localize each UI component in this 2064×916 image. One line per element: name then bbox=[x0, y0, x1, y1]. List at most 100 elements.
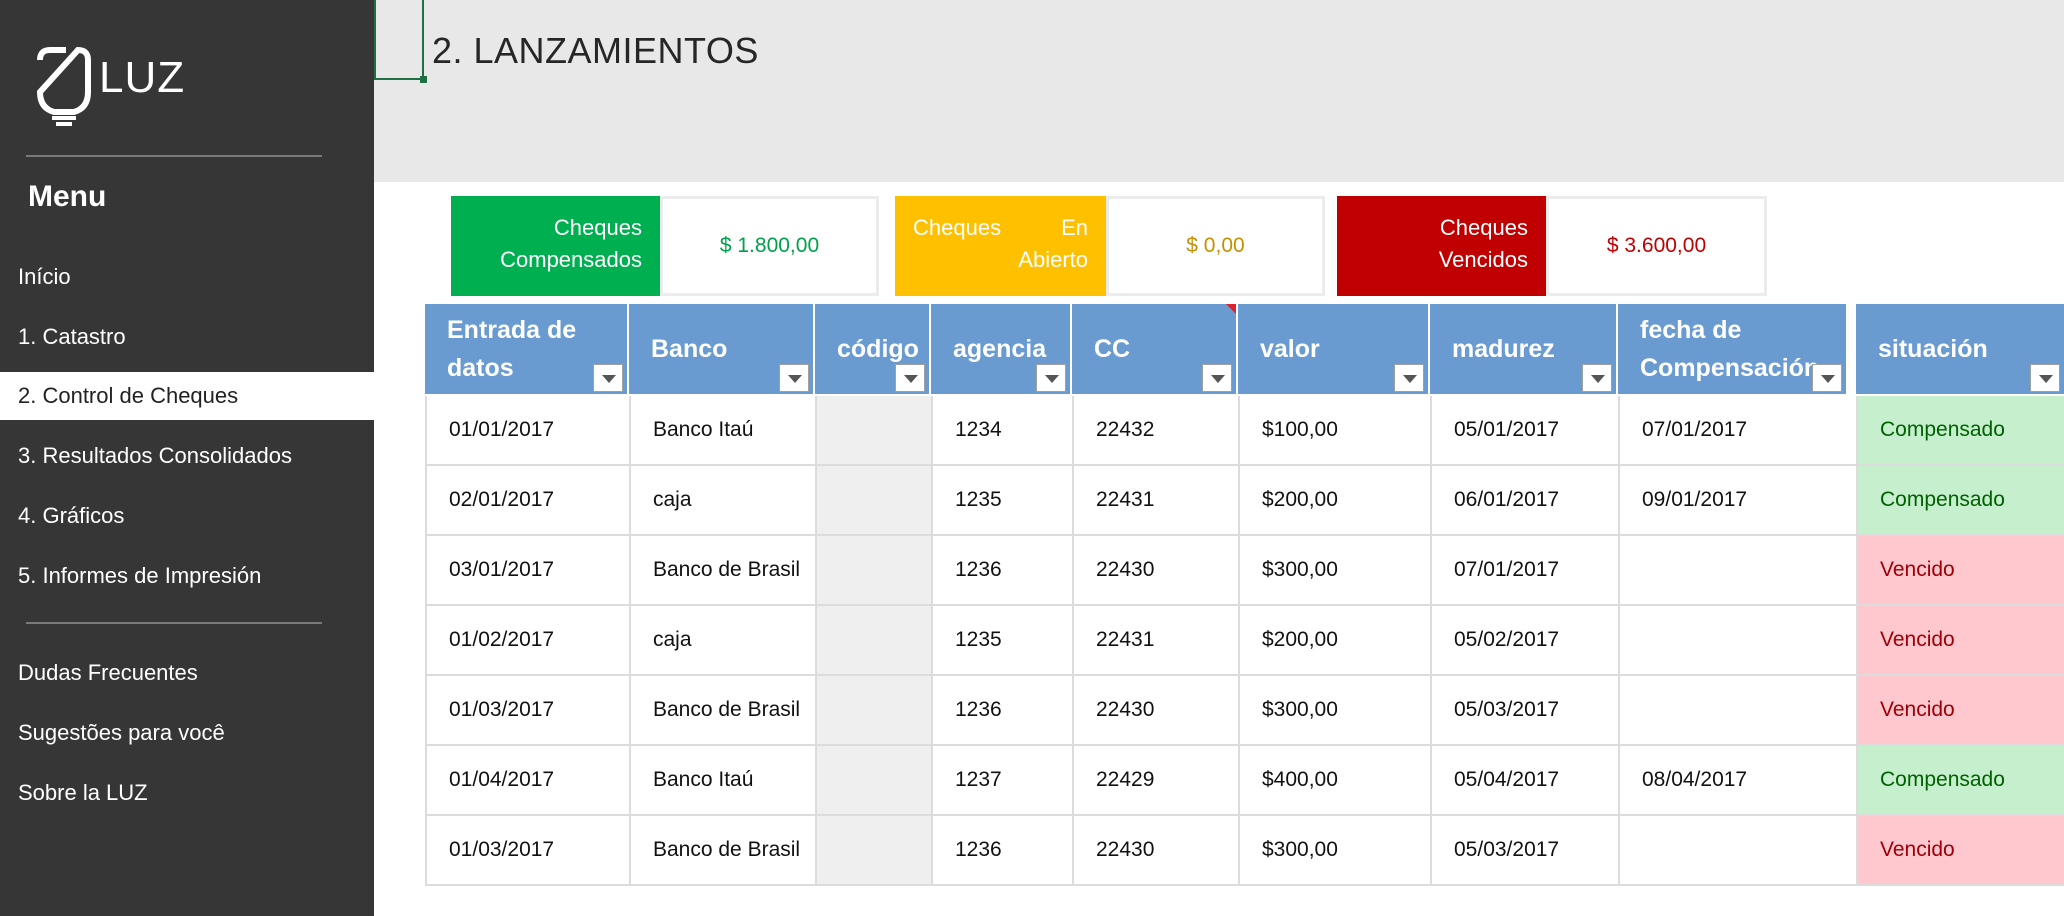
cell-situacion[interactable]: Vencido bbox=[1856, 606, 2064, 674]
table-row[interactable]: 03/01/2017 Banco de Brasil 1236 22430 $300,0… bbox=[425, 536, 2064, 606]
cell-valor[interactable]: $100,00 bbox=[1238, 396, 1430, 464]
cell-valor[interactable]: $300,00 bbox=[1238, 816, 1430, 884]
sidebar-item-catastro[interactable]: 1. Catastro bbox=[0, 313, 374, 361]
cell-valor[interactable]: $400,00 bbox=[1238, 746, 1430, 814]
cell-entrada[interactable]: 03/01/2017 bbox=[425, 536, 629, 604]
cell-agencia[interactable]: 1235 bbox=[931, 606, 1072, 674]
cell-agencia[interactable]: 1235 bbox=[931, 466, 1072, 534]
cell-madurez[interactable]: 05/01/2017 bbox=[1430, 396, 1618, 464]
cell-entrada[interactable]: 01/02/2017 bbox=[425, 606, 629, 674]
cell-codigo[interactable] bbox=[815, 816, 931, 884]
sidebar-item-sobre-la-luz[interactable]: Sobre la LUZ bbox=[0, 769, 374, 817]
cell-situacion[interactable]: Compensado bbox=[1856, 746, 2064, 814]
cell-banco[interactable]: Banco Itaú bbox=[629, 396, 815, 464]
cell-agencia[interactable]: 1236 bbox=[931, 816, 1072, 884]
cell-situacion[interactable]: Compensado bbox=[1856, 466, 2064, 534]
column-header-entrada[interactable]: Entrada de datos bbox=[425, 304, 627, 394]
column-header-codigo[interactable]: código bbox=[815, 304, 929, 394]
cell-compensacion[interactable] bbox=[1618, 536, 1856, 604]
cell-entrada[interactable]: 01/03/2017 bbox=[425, 816, 629, 884]
cell-agencia[interactable]: 1236 bbox=[931, 676, 1072, 744]
filter-dropdown-icon[interactable] bbox=[895, 364, 925, 392]
cell-entrada[interactable]: 01/03/2017 bbox=[425, 676, 629, 744]
cell-valor[interactable]: $200,00 bbox=[1238, 606, 1430, 674]
cell-situacion[interactable]: Vencido bbox=[1856, 676, 2064, 744]
filter-dropdown-icon[interactable] bbox=[1582, 364, 1612, 392]
table-row[interactable]: 01/03/2017 Banco de Brasil 1236 22430 $300,0… bbox=[425, 816, 2064, 886]
cell-compensacion[interactable]: 08/04/2017 bbox=[1618, 746, 1856, 814]
cell-agencia[interactable]: 1236 bbox=[931, 536, 1072, 604]
cell-codigo[interactable] bbox=[815, 746, 931, 814]
table-row[interactable]: 01/01/2017 Banco Itaú 1234 22432 $100,00 05/0… bbox=[425, 396, 2064, 466]
cell-compensacion[interactable] bbox=[1618, 816, 1856, 884]
cell-situacion[interactable]: Vencido bbox=[1856, 816, 2064, 884]
cell-compensacion[interactable]: 07/01/2017 bbox=[1618, 396, 1856, 464]
cell-cc[interactable]: 22431 bbox=[1072, 466, 1238, 534]
sidebar-item-control-de-cheques[interactable]: 2. Control de Cheques bbox=[0, 372, 374, 420]
cell-cc[interactable]: 22430 bbox=[1072, 536, 1238, 604]
cell-compensacion[interactable] bbox=[1618, 606, 1856, 674]
cell-madurez[interactable]: 07/01/2017 bbox=[1430, 536, 1618, 604]
cell-banco[interactable]: Banco de Brasil bbox=[629, 816, 815, 884]
filter-dropdown-icon[interactable] bbox=[2030, 364, 2060, 392]
table-row[interactable]: 01/02/2017 caja 1235 22431 $200,00 05/02/2017… bbox=[425, 606, 2064, 676]
cell-madurez[interactable]: 06/01/2017 bbox=[1430, 466, 1618, 534]
cell-banco[interactable]: caja bbox=[629, 466, 815, 534]
cell-agencia[interactable]: 1234 bbox=[931, 396, 1072, 464]
sidebar-item-dudas-frecuentes[interactable]: Dudas Frecuentes bbox=[0, 649, 374, 697]
cell-cc[interactable]: 22430 bbox=[1072, 816, 1238, 884]
column-header-situacion[interactable]: situación bbox=[1856, 304, 2064, 394]
sidebar-item-resultados-consolidados[interactable]: 3. Resultados Consolidados bbox=[0, 432, 374, 480]
fill-handle[interactable] bbox=[420, 76, 427, 83]
cell-cc[interactable]: 22432 bbox=[1072, 396, 1238, 464]
filter-dropdown-icon[interactable] bbox=[1394, 364, 1424, 392]
cell-banco[interactable]: Banco de Brasil bbox=[629, 536, 815, 604]
cell-agencia[interactable]: 1237 bbox=[931, 746, 1072, 814]
cell-banco[interactable]: Banco Itaú bbox=[629, 746, 815, 814]
table-row[interactable]: 01/04/2017 Banco Itaú 1237 22429 $400,00 05/0… bbox=[425, 746, 2064, 816]
cell-codigo[interactable] bbox=[815, 676, 931, 744]
column-header-cc[interactable]: CC bbox=[1072, 304, 1236, 394]
cell-cc[interactable]: 22429 bbox=[1072, 746, 1238, 814]
cell-banco[interactable]: caja bbox=[629, 606, 815, 674]
cell-valor[interactable]: $200,00 bbox=[1238, 466, 1430, 534]
cell-codigo[interactable] bbox=[815, 396, 931, 464]
cell-compensacion[interactable]: 09/01/2017 bbox=[1618, 466, 1856, 534]
cell-situacion[interactable]: Compensado bbox=[1856, 396, 2064, 464]
column-header-banco[interactable]: Banco bbox=[629, 304, 813, 394]
column-header-valor[interactable]: valor bbox=[1238, 304, 1428, 394]
column-header-fecha-compensacion[interactable]: fecha de Compensación bbox=[1618, 304, 1846, 394]
cell-madurez[interactable]: 05/03/2017 bbox=[1430, 676, 1618, 744]
comment-indicator-icon[interactable] bbox=[1226, 304, 1236, 314]
filter-dropdown-icon[interactable] bbox=[779, 364, 809, 392]
filter-dropdown-icon[interactable] bbox=[1202, 364, 1232, 392]
cell-codigo[interactable] bbox=[815, 606, 931, 674]
cell-entrada[interactable]: 01/01/2017 bbox=[425, 396, 629, 464]
cell-cc[interactable]: 22431 bbox=[1072, 606, 1238, 674]
sidebar-item-sugestoes[interactable]: Sugestões para você bbox=[0, 709, 374, 757]
cell-situacion[interactable]: Vencido bbox=[1856, 536, 2064, 604]
filter-dropdown-icon[interactable] bbox=[1036, 364, 1066, 392]
sidebar-item-inicio[interactable]: Início bbox=[0, 253, 374, 301]
sidebar-item-graficos[interactable]: 4. Gráficos bbox=[0, 492, 374, 540]
table-row[interactable]: 01/03/2017 Banco de Brasil 1236 22430 $300,0… bbox=[425, 676, 2064, 746]
cell-entrada[interactable]: 02/01/2017 bbox=[425, 466, 629, 534]
cell-madurez[interactable]: 05/02/2017 bbox=[1430, 606, 1618, 674]
cell-compensacion[interactable] bbox=[1618, 676, 1856, 744]
filter-dropdown-icon[interactable] bbox=[593, 364, 623, 392]
sidebar-item-informes-de-impresion[interactable]: 5. Informes de Impresión bbox=[0, 552, 374, 600]
cell-codigo[interactable] bbox=[815, 536, 931, 604]
cell-codigo[interactable] bbox=[815, 466, 931, 534]
column-header-madurez[interactable]: madurez bbox=[1430, 304, 1616, 394]
cell-entrada[interactable]: 01/04/2017 bbox=[425, 746, 629, 814]
cell-banco[interactable]: Banco de Brasil bbox=[629, 676, 815, 744]
cell-cc[interactable]: 22430 bbox=[1072, 676, 1238, 744]
cell-madurez[interactable]: 05/04/2017 bbox=[1430, 746, 1618, 814]
cell-madurez[interactable]: 05/03/2017 bbox=[1430, 816, 1618, 884]
filter-dropdown-icon[interactable] bbox=[1812, 364, 1842, 392]
cell-valor[interactable]: $300,00 bbox=[1238, 536, 1430, 604]
table-row[interactable]: 02/01/2017 caja 1235 22431 $200,00 06/01/2017… bbox=[425, 466, 2064, 536]
column-header-agencia[interactable]: agencia bbox=[931, 304, 1070, 394]
selected-cell[interactable] bbox=[374, 0, 424, 80]
cell-valor[interactable]: $300,00 bbox=[1238, 676, 1430, 744]
